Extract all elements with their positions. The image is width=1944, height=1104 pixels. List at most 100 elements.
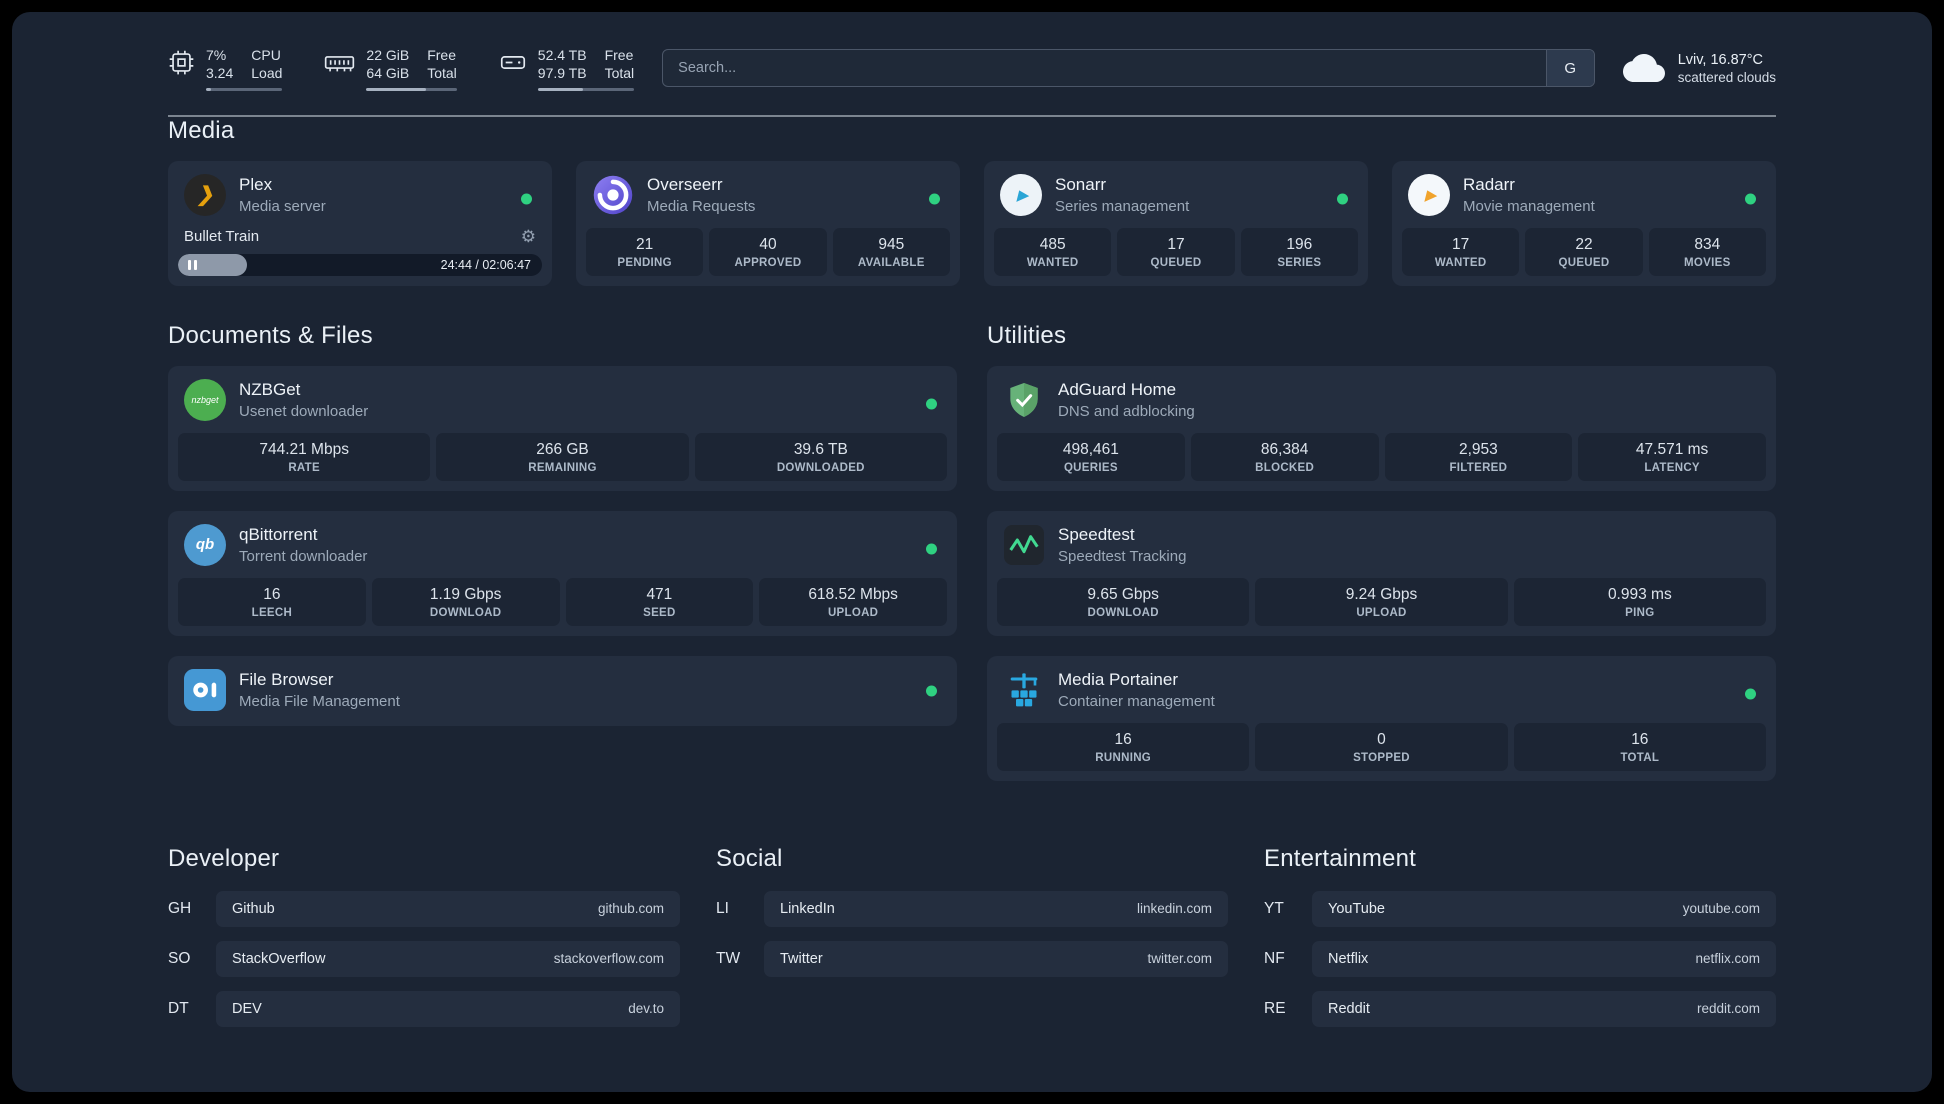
bookmark-domain: stackoverflow.com <box>553 951 664 967</box>
service-link-nzbget[interactable]: nzbget NZBGet Usenet downloader <box>178 376 947 433</box>
now-playing-title: Bullet Train <box>184 227 260 245</box>
bookmark-linkedin[interactable]: LinkedIn linkedin.com <box>764 890 1228 927</box>
service-stats: 744.21 Mbps RATE 266 GB REMAINING 39.6 T… <box>178 432 947 481</box>
stat-label: SEED <box>643 606 676 619</box>
disk-total-label: Total <box>604 65 635 82</box>
bookmark-domain: youtube.com <box>1682 901 1760 917</box>
bookmarks-area: Developer GH Github github.com SO StackO… <box>168 845 1776 1027</box>
bookmark-abbr: YT <box>1264 899 1284 917</box>
service-link-sonarr[interactable]: ▶ Sonarr Series management <box>994 171 1358 228</box>
bookmark-dev[interactable]: DEV dev.to <box>216 990 680 1027</box>
stat-tile-running: 16 RUNNING <box>997 722 1250 771</box>
weather-widget: Lviv, 16.87°C scattered clouds <box>1622 52 1776 85</box>
bookmark-netflix[interactable]: Netflix netflix.com <box>1312 940 1776 977</box>
bookmark-youtube[interactable]: YouTube youtube.com <box>1312 890 1776 927</box>
stat-label: RUNNING <box>1095 751 1152 764</box>
playback-progress-bar[interactable]: 24:44 / 02:06:47 <box>178 253 542 276</box>
filebrowser-icon <box>184 668 226 711</box>
service-desc: Usenet downloader <box>239 402 369 420</box>
pause-icon[interactable] <box>188 259 197 270</box>
disk-total-value: 97.9 TB <box>537 65 587 82</box>
adguard-icon <box>1003 379 1045 421</box>
bookmark-name: YouTube <box>1328 900 1385 917</box>
service-link-filebrowser[interactable]: File Browser Media File Management <box>178 666 947 716</box>
cpu-load-label: Load <box>251 65 283 82</box>
search-provider-button[interactable]: G <box>1545 50 1594 87</box>
service-stats: 17 WANTED 22 QUEUED 834 MOVIES <box>1402 227 1766 276</box>
stat-tile-movies: 834 MOVIES <box>1648 227 1766 276</box>
service-card-filebrowser: File Browser Media File Management <box>168 655 957 726</box>
bookmark-name: LinkedIn <box>780 900 835 917</box>
disk-usage-bar <box>537 87 635 91</box>
bookmark-domain: twitter.com <box>1147 951 1212 967</box>
bookmark-reddit[interactable]: Reddit reddit.com <box>1312 990 1776 1027</box>
bookmark-github[interactable]: Github github.com <box>216 890 680 927</box>
stat-value: 22 <box>1575 235 1593 253</box>
stat-label: APPROVED <box>734 256 802 269</box>
service-name: NZBGet <box>239 379 301 399</box>
stat-value: 498,461 <box>1062 440 1119 458</box>
stat-label: REMAINING <box>528 461 597 474</box>
service-link-speedtest[interactable]: Speedtest Speedtest Tracking <box>997 521 1766 578</box>
service-desc: Media server <box>239 197 326 215</box>
stat-tile-queued: 22 QUEUED <box>1525 227 1643 276</box>
search-input[interactable] <box>663 50 1546 87</box>
stat-value: 17 <box>1452 235 1470 253</box>
stat-tile-rate: 744.21 Mbps RATE <box>178 432 431 481</box>
service-desc: Speedtest Tracking <box>1058 547 1187 565</box>
bookmark-twitter[interactable]: Twitter twitter.com <box>764 940 1228 977</box>
stat-label: QUERIES <box>1063 461 1118 474</box>
stat-tile-downloaded: 39.6 TB DOWNLOADED <box>694 432 947 481</box>
service-card-radarr: ▶ Radarr Movie management 17 WANTED 22 Q… <box>1392 160 1776 286</box>
service-link-plex[interactable]: ❯ Plex Media server <box>178 171 542 228</box>
qbittorrent-icon: qb <box>184 523 226 566</box>
service-card-plex: ❯ Plex Media server Bullet Train ⚙ 24:44… <box>168 160 552 286</box>
dashboard: 7% 3.24 CPU Load 22 GiB 64 GiB Free Tota… <box>12 12 1932 1092</box>
cpu-icon <box>168 49 195 76</box>
stat-tile-remaining: 266 GB REMAINING <box>436 432 689 481</box>
stat-value: 9.24 Gbps <box>1345 585 1418 603</box>
service-stats: 21 PENDING 40 APPROVED 945 AVAILABLE <box>586 227 950 276</box>
stat-label: DOWNLOAD <box>429 606 502 619</box>
stat-label: SERIES <box>1277 256 1322 269</box>
stat-value: 0 <box>1377 730 1386 748</box>
bookmark-domain: linkedin.com <box>1136 901 1212 917</box>
service-link-adguard[interactable]: AdGuard Home DNS and adblocking <box>997 376 1766 433</box>
memory-free-label: Free <box>427 47 457 63</box>
stat-value: 86,384 <box>1260 440 1309 458</box>
playback-time: 24:44 / 02:06:47 <box>440 257 531 272</box>
bookmark-domain: netflix.com <box>1695 951 1760 967</box>
service-name: Plex <box>239 174 273 194</box>
section-title-developer: Developer <box>168 844 280 872</box>
gear-icon[interactable]: ⚙ <box>521 228 536 245</box>
stat-value: 618.52 Mbps <box>808 585 898 603</box>
service-link-portainer[interactable]: Media Portainer Container management <box>997 666 1766 723</box>
bookmark-abbr: LI <box>716 899 729 917</box>
bookmark-row: YT YouTube youtube.com <box>1264 890 1776 927</box>
service-card-portainer: Media Portainer Container management 16 … <box>987 655 1776 781</box>
service-desc: Container management <box>1058 692 1215 710</box>
stat-value: 485 <box>1039 235 1066 253</box>
media-grid: ❯ Plex Media server Bullet Train ⚙ 24:44… <box>168 160 1776 286</box>
service-link-radarr[interactable]: ▶ Radarr Movie management <box>1402 171 1766 228</box>
bookmark-stackoverflow[interactable]: StackOverflow stackoverflow.com <box>216 940 680 977</box>
stat-tile-ping: 0.993 ms PING <box>1513 577 1766 626</box>
service-card-overseerr: Overseerr Media Requests 21 PENDING 40 A… <box>576 160 960 286</box>
memory-free-value: 22 GiB <box>366 47 410 63</box>
service-link-overseerr[interactable]: Overseerr Media Requests <box>586 171 950 228</box>
disk-free-label: Free <box>604 47 634 63</box>
service-stats: 485 WANTED 17 QUEUED 196 SERIES <box>994 227 1358 276</box>
weather-condition: scattered clouds <box>1677 69 1776 85</box>
status-dot <box>926 398 937 410</box>
stat-value: 945 <box>878 235 905 253</box>
service-link-qbittorrent[interactable]: qb qBittorrent Torrent downloader <box>178 521 947 578</box>
stat-tile-available: 945 AVAILABLE <box>832 227 950 276</box>
stat-tile-wanted: 485 WANTED <box>994 227 1112 276</box>
stat-value: 834 <box>1694 235 1721 253</box>
memory-usage-bar <box>366 87 457 91</box>
documents-column: Documents & Files nzbget NZBGet Usenet d… <box>168 322 957 726</box>
stat-label: LEECH <box>251 606 293 619</box>
stat-label: MOVIES <box>1684 256 1731 269</box>
stat-value: 16 <box>1631 730 1649 748</box>
stat-tile-download: 1.19 Gbps DOWNLOAD <box>371 577 560 626</box>
